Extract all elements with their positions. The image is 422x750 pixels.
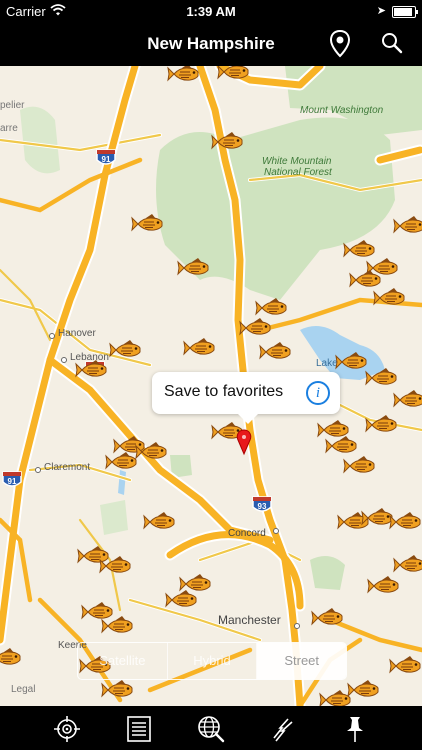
list-icon[interactable]: [124, 714, 154, 744]
save-favorites-callout[interactable]: Save to favorites i: [152, 372, 340, 424]
concord-label: Concord: [228, 528, 266, 539]
hanover-label: Hanover: [58, 328, 96, 339]
pushpin-icon[interactable]: [340, 714, 370, 744]
page-title: New Hampshire: [147, 34, 275, 53]
navigation-bar: New Hampshire: [0, 22, 422, 66]
bottom-toolbar: [0, 706, 422, 750]
location-arrow-icon: ➤: [376, 5, 386, 17]
i93-shield-label: 93: [258, 502, 267, 511]
battery-icon: [392, 6, 418, 18]
info-icon[interactable]: i: [306, 381, 330, 405]
map-type-street[interactable]: Street: [257, 643, 346, 679]
map-type-control: Satellite Hybrid Street: [77, 642, 347, 680]
globe-icon[interactable]: [196, 714, 226, 744]
claremont-label: Claremont: [44, 462, 90, 473]
map-view[interactable]: 91 89 91 93 Mount Washington White Mount…: [0, 66, 422, 706]
status-bar: Carrier 1:39 AM ➤: [0, 0, 422, 22]
weather-icon[interactable]: [268, 714, 298, 744]
montpelier-label: pelier: [0, 100, 25, 111]
map-pin-icon[interactable]: [328, 30, 352, 58]
manchester-label: Manchester: [218, 613, 281, 627]
forest-label-line2: National Forest: [264, 167, 333, 178]
forest-label-line1: White Mountain: [262, 156, 332, 167]
clock: 1:39 AM: [186, 4, 236, 19]
mount-washington-label: Mount Washington: [300, 105, 384, 116]
search-icon[interactable]: [380, 31, 404, 55]
lake-label: Lake: [316, 358, 338, 369]
barre-label: arre: [0, 123, 18, 134]
i91-north-shield: 91: [96, 149, 116, 165]
i91-shield-label: 91: [102, 155, 111, 164]
map-type-hybrid[interactable]: Hybrid: [168, 643, 258, 679]
legal-link[interactable]: Legal: [11, 684, 35, 695]
lebanon-label: Lebanon: [70, 352, 109, 363]
locate-icon[interactable]: [52, 714, 82, 744]
i93-shield: 93: [252, 496, 272, 512]
i91-south-shield: 91: [2, 471, 22, 487]
callout-text: Save to favorites: [164, 383, 284, 400]
i91-shield-label: 91: [8, 477, 17, 486]
map-type-satellite[interactable]: Satellite: [78, 643, 168, 679]
